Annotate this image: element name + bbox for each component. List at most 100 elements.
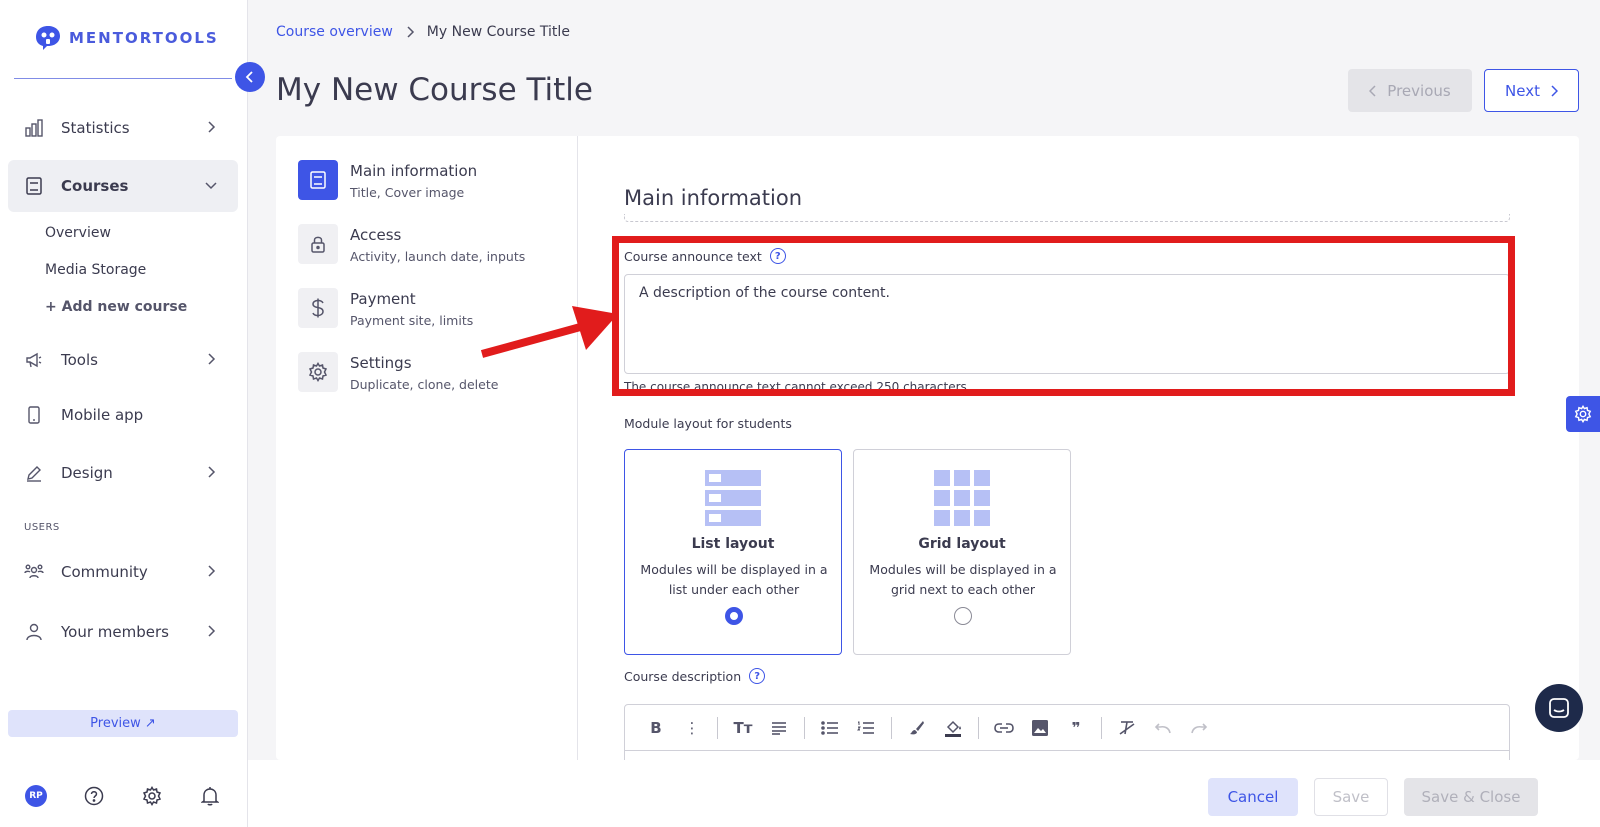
sidebar-item-label: Courses — [61, 177, 129, 195]
toolbar-separator — [1101, 716, 1102, 739]
next-button[interactable]: Next — [1484, 69, 1579, 112]
toolbar-separator — [717, 716, 718, 739]
divider — [624, 214, 1510, 222]
previous-label: Previous — [1387, 81, 1451, 100]
dollar-icon — [298, 288, 338, 328]
sidebar-item-mobile-app[interactable]: Mobile app — [8, 389, 238, 441]
sidebar-subitem-media-storage[interactable]: Media Storage — [45, 262, 146, 278]
chevron-right-icon — [407, 26, 414, 38]
user-icon — [24, 622, 44, 642]
clear-format-icon[interactable] — [1110, 713, 1144, 743]
breadcrumb: Course overview My New Course Title — [276, 24, 570, 40]
previous-button[interactable]: Previous — [1348, 69, 1472, 112]
step-access[interactable]: Access Activity, launch date, inputs — [298, 224, 525, 264]
breadcrumb-link[interactable]: Course overview — [276, 24, 393, 40]
sidebar-item-tools[interactable]: Tools — [8, 334, 238, 386]
step-subtitle: Payment site, limits — [350, 313, 474, 328]
numbered-list-icon[interactable] — [849, 713, 883, 743]
bold-button[interactable]: B — [639, 713, 673, 743]
people-icon — [24, 562, 44, 582]
more-options-button[interactable]: ⋮ — [675, 713, 709, 743]
description-editor[interactable]: B ⋮ Tт ❞ — [624, 704, 1510, 760]
sidebar-item-statistics[interactable]: Statistics — [8, 102, 238, 154]
quote-button[interactable]: ❞ — [1059, 713, 1093, 743]
toolbar-separator — [804, 716, 805, 739]
chevron-right-icon — [1551, 84, 1558, 97]
chevron-right-icon — [208, 565, 216, 577]
sidebar-item-label: Your members — [61, 623, 169, 641]
avatar-initials: RP — [25, 785, 47, 807]
sidebar-subitem-overview[interactable]: Overview — [45, 225, 111, 241]
phone-icon — [24, 405, 44, 425]
step-title: Settings — [350, 354, 412, 372]
chevron-down-icon — [205, 182, 217, 190]
step-settings[interactable]: Settings Duplicate, clone, delete — [298, 352, 498, 392]
chat-button[interactable] — [1535, 684, 1583, 732]
list-layout-icon — [705, 470, 761, 526]
align-icon[interactable] — [762, 713, 796, 743]
book-icon — [24, 176, 44, 196]
chevron-right-icon — [208, 121, 216, 133]
step-title: Main information — [350, 162, 478, 180]
step-main-information[interactable]: Main information Title, Cover image — [298, 160, 477, 200]
logo[interactable]: MENTORTOOLS — [34, 24, 219, 52]
sidebar-item-label: Mobile app — [61, 406, 144, 424]
sidebar-item-community[interactable]: Community — [8, 546, 238, 598]
annotation-highlight-box — [612, 236, 1515, 396]
help-icon[interactable] — [82, 784, 106, 808]
help-icon[interactable]: ? — [749, 668, 766, 684]
list-layout-option[interactable]: List layout Modules will be displayed in… — [624, 449, 842, 655]
sidebar: MENTORTOOLS Statistics Courses Overview … — [0, 0, 248, 827]
settings-float-button[interactable] — [1566, 396, 1600, 432]
sidebar-item-your-members[interactable]: Your members — [8, 606, 238, 658]
step-title: Payment — [350, 290, 416, 308]
form-section-title: Main information — [624, 186, 803, 210]
undo-icon[interactable] — [1146, 713, 1180, 743]
step-subtitle: Activity, launch date, inputs — [350, 249, 526, 264]
grid-layout-option[interactable]: Grid layout Modules will be displayed in… — [853, 449, 1071, 655]
lock-icon — [298, 224, 338, 264]
bar-chart-icon — [24, 118, 44, 138]
save-close-button[interactable]: Save & Close — [1404, 778, 1538, 816]
preview-button[interactable]: Preview ↗ — [8, 710, 238, 737]
course-editor-card: Main information Title, Cover image Acce… — [276, 136, 1579, 760]
save-button[interactable]: Save — [1314, 778, 1388, 816]
page-title: My New Course Title — [276, 72, 593, 108]
sidebar-item-label: Tools — [61, 351, 98, 369]
image-icon[interactable] — [1023, 713, 1057, 743]
bullet-list-icon[interactable] — [813, 713, 847, 743]
toolbar-separator — [978, 716, 979, 739]
grid-layout-radio[interactable] — [954, 607, 972, 625]
bell-icon[interactable] — [198, 784, 222, 808]
chat-icon — [1549, 698, 1569, 718]
layout-title: List layout — [691, 536, 775, 552]
description-label: Course description — [624, 668, 742, 684]
gear-icon — [298, 352, 338, 392]
toolbar-separator — [891, 716, 892, 739]
fill-color-icon[interactable] — [936, 713, 970, 743]
sidebar-item-courses[interactable]: Courses — [8, 160, 238, 212]
description-label-row: Course description ? — [624, 668, 766, 684]
text-size-button[interactable]: Tт — [726, 713, 760, 743]
step-subtitle: Title, Cover image — [350, 185, 465, 200]
collapse-sidebar-button[interactable] — [235, 62, 265, 92]
settings-icon[interactable] — [140, 784, 164, 808]
layout-description: Modules will be displayed in a list unde… — [640, 562, 828, 597]
cancel-button[interactable]: Cancel — [1208, 778, 1298, 816]
chevron-right-icon — [208, 625, 216, 637]
redo-icon[interactable] — [1182, 713, 1216, 743]
list-layout-radio[interactable] — [725, 607, 743, 625]
logo-icon — [36, 26, 60, 50]
link-icon[interactable] — [987, 713, 1021, 743]
sidebar-subitem-add-course[interactable]: + Add new course — [45, 299, 187, 315]
annotation-arrow — [480, 306, 618, 358]
avatar[interactable]: RP — [24, 784, 48, 808]
pencil-icon — [24, 463, 44, 483]
chevron-left-icon — [1369, 84, 1376, 97]
gear-icon — [1574, 405, 1592, 423]
sidebar-item-label: Community — [61, 563, 148, 581]
sidebar-item-design[interactable]: Design — [8, 447, 238, 499]
brush-icon[interactable] — [900, 713, 934, 743]
book-icon — [298, 160, 338, 200]
step-payment[interactable]: Payment Payment site, limits — [298, 288, 473, 328]
